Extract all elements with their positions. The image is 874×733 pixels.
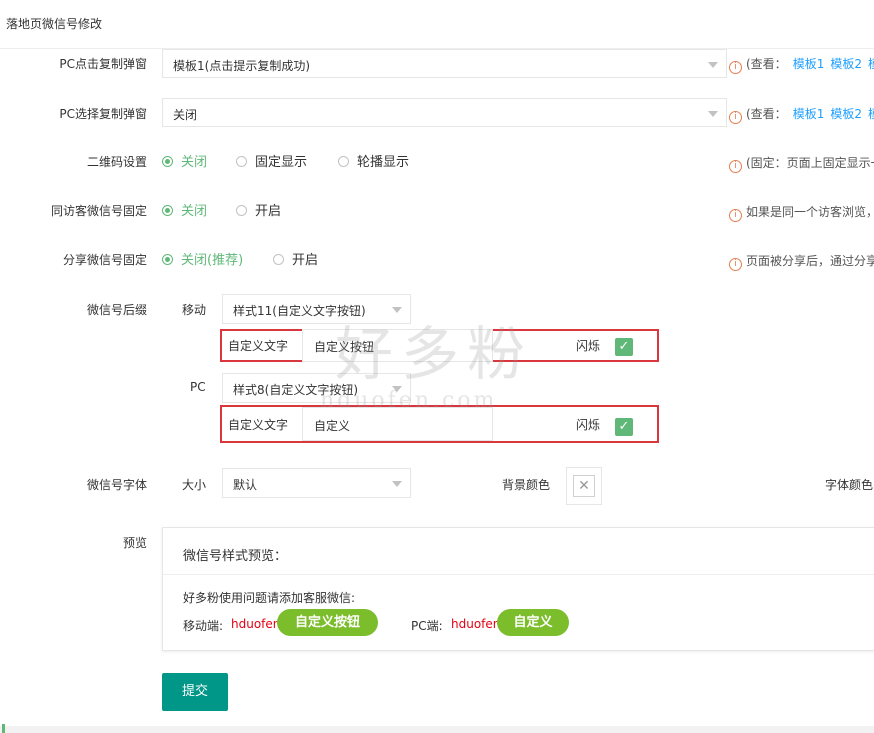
hint-prefix: (查看： — [746, 57, 787, 71]
template-3-link[interactable]: 模 — [868, 107, 874, 121]
radio-unchecked-icon — [236, 156, 247, 167]
qrcode-option-off[interactable]: 关闭 — [162, 151, 207, 170]
same-visitor-hint: i 如果是同一个访客浏览， — [729, 203, 874, 222]
mobile-style-value: 样式11(自定义文字按钮) — [233, 304, 366, 318]
pc-blink-checkbox[interactable]: ✓ — [615, 418, 633, 436]
pc-custom-text-input[interactable]: 自定义 — [302, 407, 493, 441]
radio-label: 关闭(推荐) — [181, 253, 244, 268]
radio-label: 开启 — [255, 204, 282, 219]
radio-label: 固定显示 — [255, 155, 308, 170]
preview-header: 微信号样式预览： — [163, 528, 874, 575]
chevron-down-icon — [708, 62, 718, 68]
mobile-style-select[interactable]: 样式11(自定义文字按钮) — [222, 294, 411, 324]
chevron-down-icon — [392, 386, 402, 392]
bottom-bar — [0, 726, 874, 733]
info-icon: i — [729, 61, 742, 74]
pc-select-popup-select[interactable]: 关闭 — [162, 98, 727, 127]
preview-mobile-id: hduofen — [231, 617, 281, 631]
mobile-blink-checkbox[interactable]: ✓ — [615, 338, 633, 356]
info-icon: i — [729, 258, 742, 271]
preview-mobile-label: 移动端: — [183, 619, 224, 633]
mobile-blink-label: 闪烁 — [576, 339, 601, 353]
radio-label: 轮播显示 — [357, 155, 410, 170]
template-1-link[interactable]: 模板1 — [793, 107, 825, 121]
template-1-link[interactable]: 模板1 — [793, 57, 825, 71]
chevron-down-icon — [708, 111, 718, 117]
preview-pc-label: PC端: — [411, 619, 443, 633]
submit-button[interactable]: 提交 — [162, 673, 228, 711]
page-title: 落地页微信号修改 — [6, 17, 103, 31]
radio-checked-icon — [162, 156, 173, 167]
pc-style-value: 样式8(自定义文字按钮) — [233, 383, 358, 397]
preview-pc-button: 自定义 — [497, 609, 569, 636]
pc-click-popup-hint: i (查看： 模板1 模板2 模 — [729, 55, 874, 74]
preview-pc-id: hduofen — [451, 617, 501, 631]
radio-label: 关闭 — [181, 204, 208, 219]
font-size-select[interactable]: 默认 — [222, 468, 411, 498]
pc-select-popup-hint: i (查看： 模板1 模板2 模 — [729, 105, 874, 124]
pc-custom-text-value: 自定义 — [314, 419, 351, 433]
mobile-label: 移动 — [182, 303, 207, 317]
chevron-down-icon — [392, 307, 402, 313]
radio-unchecked-icon — [338, 156, 349, 167]
pc-custom-text-group: 自定义文字 自定义 闪烁 ✓ — [220, 405, 659, 443]
template-3-link[interactable]: 模 — [868, 57, 874, 71]
pc-click-popup-select[interactable]: 模板1(点击提示复制成功) — [162, 49, 727, 78]
radio-checked-icon — [162, 205, 173, 216]
hint-prefix: (查看： — [746, 107, 787, 121]
qrcode-option-carousel[interactable]: 轮播显示 — [338, 151, 409, 170]
pc-select-popup-value: 关闭 — [173, 108, 198, 122]
suffix-label: 微信号后缀 — [86, 303, 147, 317]
hint-text: 页面被分享后，通过分享 — [746, 254, 874, 268]
bg-color-label: 背景颜色 — [502, 478, 551, 492]
preview-mobile-button: 自定义按钮 — [277, 609, 378, 636]
info-icon: i — [729, 111, 742, 124]
share-fixed-label: 分享微信号固定 — [62, 253, 147, 267]
chevron-down-icon — [392, 481, 402, 487]
radio-label: 关闭 — [181, 155, 208, 170]
same-visitor-option-off[interactable]: 关闭 — [162, 200, 207, 219]
preview-line: 好多粉使用问题请添加客服微信: — [183, 591, 356, 605]
preview-title: 微信号样式预览： — [183, 549, 288, 564]
pc-blink-label: 闪烁 — [576, 418, 601, 432]
preview-label: 预览 — [122, 536, 147, 550]
qrcode-setting-label: 二维码设置 — [86, 155, 147, 169]
font-size-label: 大小 — [182, 478, 207, 492]
font-color-label: 字体颜色 — [825, 478, 874, 492]
mobile-custom-text-value: 自定义按钮 — [314, 340, 375, 354]
pc-style-select[interactable]: 样式8(自定义文字按钮) — [222, 373, 411, 403]
bg-color-picker[interactable]: ✕ — [566, 467, 602, 505]
bottom-accent — [2, 724, 5, 733]
template-2-link[interactable]: 模板2 — [830, 57, 862, 71]
same-visitor-label: 同访客微信号固定 — [50, 204, 147, 218]
info-icon: i — [729, 209, 742, 222]
radio-label: 开启 — [292, 253, 319, 268]
pc-select-popup-label: PC选择复制弹窗 — [59, 107, 147, 121]
info-icon: i — [729, 160, 742, 173]
mobile-custom-text-group: 自定义文字 自定义按钮 闪烁 ✓ — [220, 329, 659, 362]
hint-text: (固定：页面上固定显示一 — [746, 156, 874, 170]
pc-custom-text-label: 自定义文字 — [228, 418, 289, 432]
close-icon: ✕ — [573, 475, 595, 497]
page-header: 落地页微信号修改 — [0, 0, 874, 49]
mobile-custom-text-input[interactable]: 自定义按钮 — [302, 329, 493, 362]
hint-text: 如果是同一个访客浏览， — [746, 205, 874, 219]
qrcode-option-fixed[interactable]: 固定显示 — [236, 151, 307, 170]
pc-label: PC — [190, 380, 206, 394]
pc-click-popup-value: 模板1(点击提示复制成功) — [173, 59, 310, 73]
same-visitor-option-on[interactable]: 开启 — [236, 200, 281, 219]
qrcode-hint: i (固定：页面上固定显示一 — [729, 154, 874, 173]
template-2-link[interactable]: 模板2 — [830, 107, 862, 121]
font-label: 微信号字体 — [86, 478, 147, 492]
preview-panel: 微信号样式预览： 好多粉使用问题请添加客服微信: 移动端: hduofen 自定… — [162, 527, 874, 651]
radio-unchecked-icon — [236, 205, 247, 216]
radio-checked-icon — [162, 254, 173, 265]
share-option-on[interactable]: 开启 — [273, 249, 318, 268]
mobile-custom-text-label: 自定义文字 — [228, 339, 289, 353]
font-size-value: 默认 — [233, 478, 258, 492]
share-option-off[interactable]: 关闭(推荐) — [162, 249, 243, 268]
radio-unchecked-icon — [273, 254, 284, 265]
share-hint: i 页面被分享后，通过分享 — [729, 252, 874, 271]
pc-click-popup-label: PC点击复制弹窗 — [59, 57, 147, 71]
